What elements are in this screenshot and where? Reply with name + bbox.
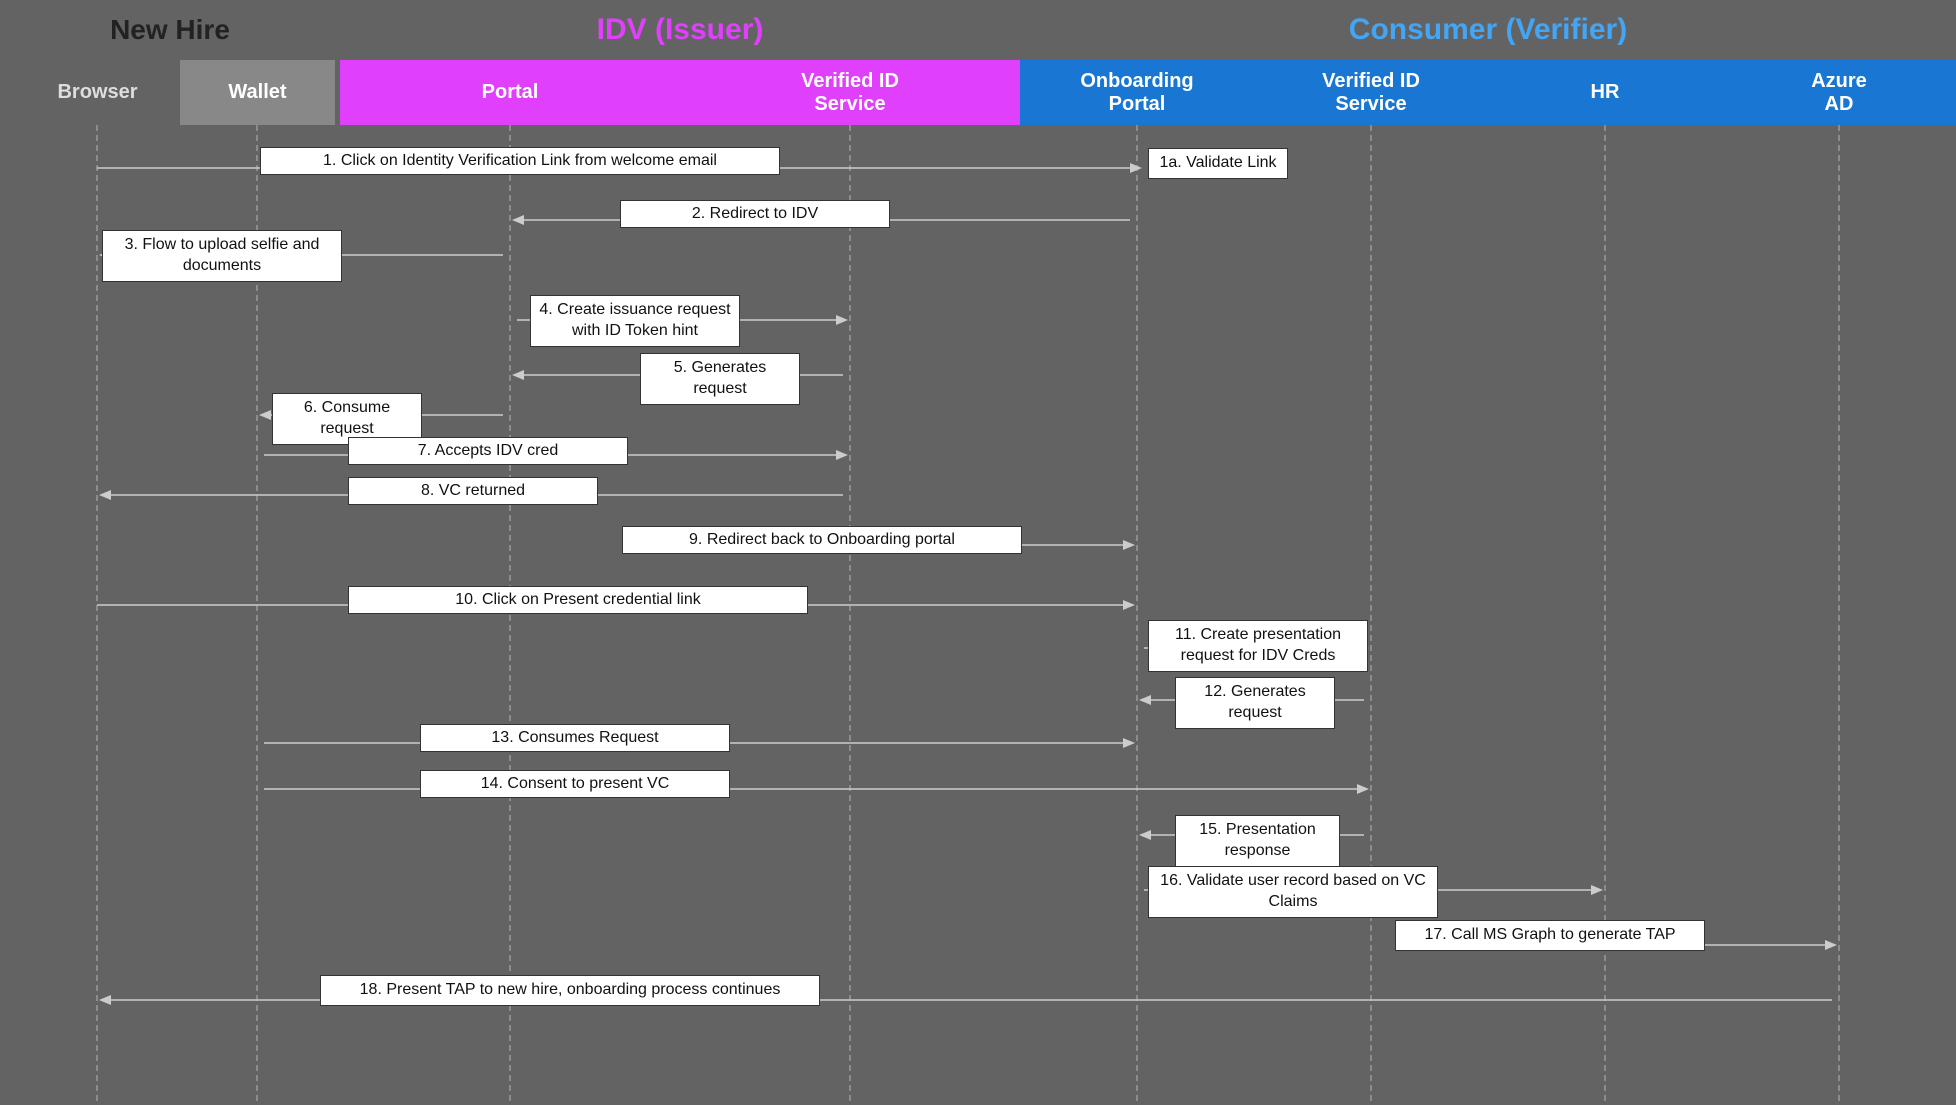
col-wallet-label: Wallet [228,81,286,104]
consumer-group-header: Consumer (Verifier) [1020,0,1956,60]
msg-8: 8. VC returned [348,477,598,505]
col-verified-id2-label: Verified IDService [1322,70,1420,116]
msg-9: 9. Redirect back to Onboarding portal [622,526,1022,554]
col-browser-label: Browser [57,81,137,104]
col-azure: AzureAD [1722,60,1956,125]
consumer-label: Consumer (Verifier) [1349,13,1627,47]
msg-18: 18. Present TAP to new hire, onboarding … [320,975,820,1006]
msg-11: 11. Create presentation request for IDV … [1148,620,1368,672]
col-hr: HR [1488,60,1722,125]
col-browser: Browser [20,60,175,125]
msg-16: 16. Validate user record based on VC Cla… [1148,866,1438,918]
msg-12: 12. Generates request [1175,677,1335,729]
msg-15: 15. Presentation response [1175,815,1340,867]
diagram-container: New Hire IDV (Issuer) Consumer (Verifier… [0,0,1956,1105]
msg-14: 14. Consent to present VC [420,770,730,798]
col-onboarding: OnboardingPortal [1020,60,1254,125]
msg-1a: 1a. Validate Link [1148,148,1288,179]
msg-13: 13. Consumes Request [420,724,730,752]
col-portal: Portal [340,60,680,125]
msg-7: 7. Accepts IDV cred [348,437,628,465]
col-verified-id-label: Verified IDService [801,70,899,116]
idv-label: IDV (Issuer) [597,13,764,47]
msg-5: 5. Generates request [640,353,800,405]
new-hire-label: New Hire [110,14,230,46]
col-verified-id2: Verified IDService [1254,60,1488,125]
col-hr-label: HR [1591,81,1620,104]
msg-2: 2. Redirect to IDV [620,200,890,228]
idv-group-header: IDV (Issuer) [340,0,1020,60]
msg-10: 10. Click on Present credential link [348,586,808,614]
msg-3: 3. Flow to upload selfie and documents [102,230,342,282]
msg-4: 4. Create issuance request with ID Token… [530,295,740,347]
msg-1: 1. Click on Identity Verification Link f… [260,147,780,175]
msg-17: 17. Call MS Graph to generate TAP [1395,920,1705,951]
col-verified-id-service: Verified IDService [680,60,1020,125]
col-portal-label: Portal [482,81,539,104]
col-azure-label: AzureAD [1811,70,1867,116]
new-hire-group-header: New Hire [0,0,340,60]
col-onboarding-label: OnboardingPortal [1080,70,1193,116]
col-wallet: Wallet [180,60,335,125]
